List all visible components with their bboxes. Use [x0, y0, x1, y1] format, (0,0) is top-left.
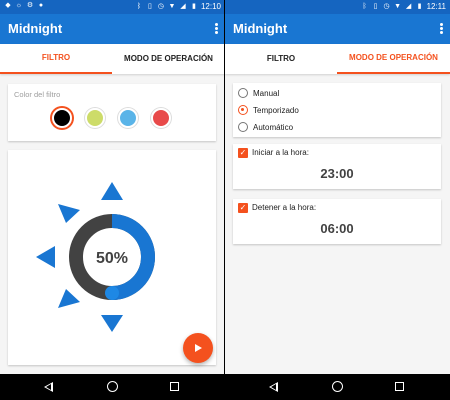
app-bar: Midnight [0, 14, 225, 44]
nav-bar [0, 374, 225, 400]
signal-icon: ◢ [405, 2, 412, 10]
arrow-up-icon [101, 182, 123, 200]
radio-button[interactable] [238, 88, 248, 98]
tab-modo-operacion[interactable]: MODO DE OPERACIÓN [337, 44, 450, 74]
wifi-icon: ▼ [394, 2, 402, 10]
operation-mode-card: Manual Temporizado Automático [233, 83, 441, 137]
color-swatch-olive[interactable] [85, 108, 105, 128]
app-title: Midnight [233, 21, 288, 36]
start-time-label: Iniciar a la hora: [252, 148, 309, 157]
recents-icon[interactable] [395, 382, 404, 391]
dial-knob[interactable] [105, 286, 119, 300]
arrow-up-left-icon [58, 204, 80, 223]
start-time-value[interactable]: 23:00 [233, 166, 441, 181]
bluetooth-icon: ᛒ [362, 2, 367, 10]
mode-option-automatico[interactable]: Automático [238, 120, 293, 134]
home-icon[interactable] [332, 381, 343, 392]
alarm-icon: ◷ [157, 2, 165, 10]
app-bar: Midnight [225, 14, 450, 44]
radio-button[interactable] [238, 122, 248, 132]
screen-operation-mode: ᛒ ▯ ◷ ▼ ◢ ▮ 12:11 Midnight FILTRO MODO D… [225, 0, 450, 400]
overflow-menu-icon[interactable] [440, 23, 444, 35]
status-bar: ◆ ☼ ⚙ ● ᛒ ▯ ◷ ▼ ◢ ▮ 12:10 [0, 0, 225, 14]
stop-checkbox[interactable]: ✓ [238, 203, 248, 213]
clock: 12:10 [200, 2, 221, 11]
back-icon[interactable] [269, 382, 278, 392]
recents-icon[interactable] [170, 382, 179, 391]
intensity-dial-card: 50% [8, 150, 216, 365]
arrow-down-icon [101, 315, 123, 332]
arrow-left-icon [36, 246, 55, 268]
color-swatch-red[interactable] [151, 108, 171, 128]
brightness-icon: ☼ [15, 2, 23, 9]
tab-filtro[interactable]: FILTRO [225, 44, 337, 74]
android-icon: ◆ [5, 2, 11, 9]
play-button[interactable] [183, 333, 213, 363]
stop-time-card[interactable]: ✓ Detener a la hora: 06:00 [233, 199, 441, 244]
alarm-icon: ◷ [383, 2, 390, 10]
tab-filtro[interactable]: FILTRO [0, 44, 112, 74]
radio-button-selected[interactable] [238, 105, 248, 115]
vibrate-icon: ▯ [373, 2, 378, 10]
tab-bar: FILTRO MODO DE OPERACIÓN [225, 44, 450, 74]
screen-divider [224, 0, 225, 400]
tab-bar: FILTRO MODO DE OPERACIÓN [0, 44, 225, 74]
mode-option-manual[interactable]: Manual [238, 86, 279, 100]
messenger-icon: ● [38, 2, 44, 9]
home-icon[interactable] [107, 381, 118, 392]
filter-color-label: Color del filtro [14, 90, 61, 99]
color-swatch-black[interactable] [52, 108, 72, 128]
play-icon [195, 344, 202, 352]
signal-icon: ◢ [180, 2, 186, 10]
arrow-down-left-icon [58, 289, 80, 308]
wifi-icon: ▼ [168, 2, 176, 10]
color-swatch-light-blue[interactable] [118, 108, 138, 128]
app-title: Midnight [8, 21, 63, 36]
screen-filter: ◆ ☼ ⚙ ● ᛒ ▯ ◷ ▼ ◢ ▮ 12:10 Midnight FILTR… [0, 0, 225, 400]
battery-icon: ▮ [192, 2, 196, 10]
clock: 12:11 [426, 2, 446, 11]
status-bar: ᛒ ▯ ◷ ▼ ◢ ▮ 12:11 [225, 0, 450, 14]
overflow-menu-icon[interactable] [215, 23, 219, 35]
stop-time-value[interactable]: 06:00 [233, 221, 441, 236]
start-time-card[interactable]: ✓ Iniciar a la hora: 23:00 [233, 144, 441, 189]
mode-label: Manual [253, 88, 280, 98]
screens: ◆ ☼ ⚙ ● ᛒ ▯ ◷ ▼ ◢ ▮ 12:10 Midnight FILTR… [0, 0, 450, 400]
intensity-dial[interactable]: 50% [8, 150, 216, 365]
back-icon[interactable] [44, 382, 53, 392]
vibrate-icon: ▯ [148, 2, 152, 10]
filter-color-card: Color del filtro [8, 84, 216, 141]
start-checkbox[interactable]: ✓ [238, 148, 248, 158]
stop-time-label: Detener a la hora: [252, 203, 317, 212]
mode-label: Temporizado [253, 105, 299, 115]
dial-percent-label: 50% [96, 250, 128, 267]
settings-icon: ⚙ [26, 2, 34, 9]
mode-option-temporizado[interactable]: Temporizado [238, 103, 299, 117]
bluetooth-icon: ᛒ [136, 2, 142, 10]
nav-bar [225, 374, 450, 400]
tab-modo-operacion[interactable]: MODO DE OPERACIÓN [112, 44, 225, 74]
battery-icon: ▮ [417, 2, 422, 10]
mode-label: Automático [253, 122, 294, 132]
